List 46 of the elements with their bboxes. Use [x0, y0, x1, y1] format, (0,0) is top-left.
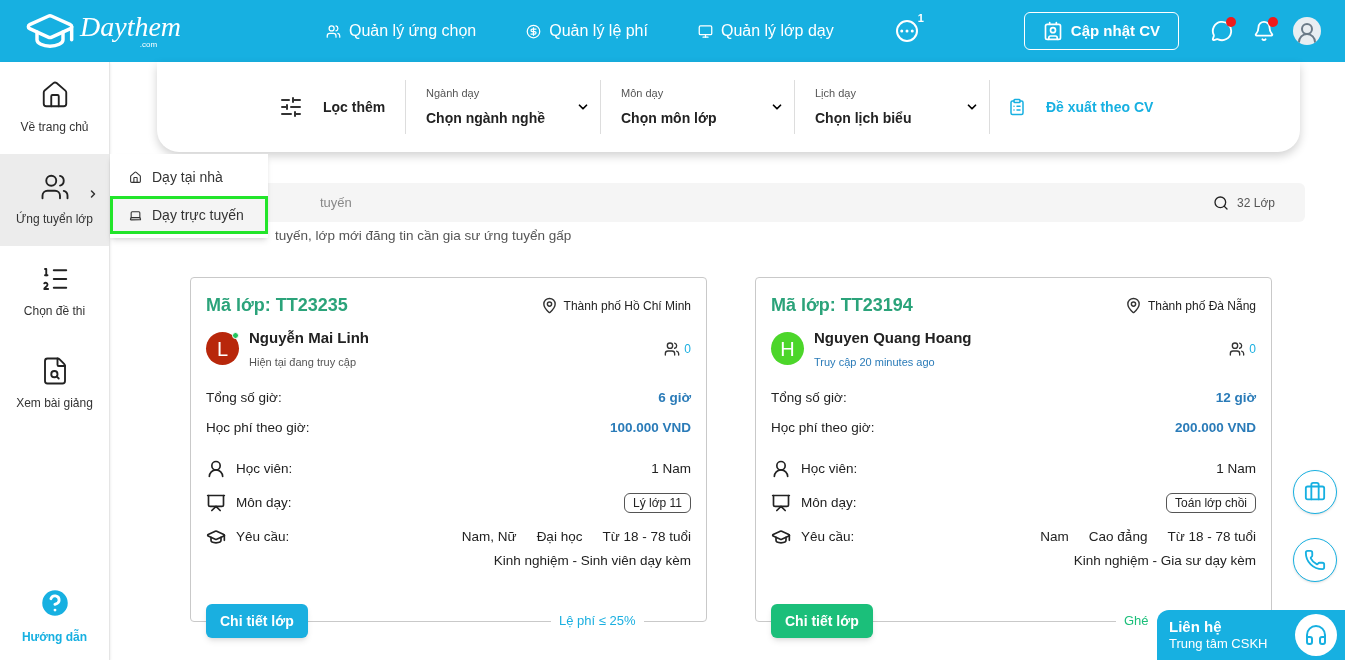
class-code: Mã lớp: TT23194 — [771, 294, 913, 317]
tutor-status: Truy cập 20 minutes ago — [814, 354, 936, 370]
students-value: 1 Nam — [651, 459, 691, 478]
label-text: Môn dạy: — [801, 493, 857, 512]
city-text: Thành phố Hồ Chí Minh — [563, 297, 691, 315]
requirement-text: Đại học — [536, 528, 583, 546]
tutor-name: Nguyen Quang Hoang — [814, 328, 972, 348]
logo-suffix: .com — [139, 41, 158, 49]
city-text: Thành phố Đà Nẵng — [1147, 297, 1256, 315]
label-text: Học phí theo giờ: — [771, 419, 875, 438]
filter-label: Lọc thêm — [323, 97, 387, 117]
subtitle-text: tuyến, lớp mới đăng tin cần gia sư ứng tuyển gấp — [275, 228, 572, 243]
tutor-name: Nguyễn Mai Linh — [249, 328, 369, 348]
experience-text: Kinh nghiệm - Sinh viên dạy kèm — [493, 552, 691, 571]
notification-count: 1 — [917, 11, 924, 26]
tutor-status: Hiện tại đang truy cập — [249, 354, 357, 370]
class-count: 32 Lớp — [1237, 194, 1275, 212]
hours-value: 6 giờ — [658, 389, 691, 407]
requirement-text: Từ 18 - 78 tuổi — [602, 528, 691, 546]
logo-text: Daythem — [80, 13, 182, 41]
requirement-text: Cao đẳng — [1088, 528, 1148, 546]
requirement-text: Nam, Nữ — [461, 528, 517, 546]
label-text: Tổng số giờ: — [771, 389, 847, 407]
label-text: Môn dạy: — [236, 493, 292, 512]
fee-value: 200.000 VND — [1174, 419, 1256, 438]
fee-value: 100.000 VND — [609, 419, 691, 438]
hours-value: 12 giờ — [1215, 389, 1256, 407]
requirement-text: Nam — [1040, 528, 1069, 546]
students-value: 1 Nam — [1216, 459, 1256, 478]
contact-title: Liên hệ — [1169, 617, 1223, 637]
requirement-text: Từ 18 - 78 tuổi — [1167, 528, 1256, 546]
contact-subtitle: Trung tâm CSKH — [1169, 636, 1268, 653]
subject-tag: Lý lớp 11 — [624, 492, 691, 513]
label-text: Yêu cầu: — [801, 528, 855, 546]
avatar: L — [206, 332, 239, 365]
subject-tag: Toán lớp chồi — [1166, 492, 1256, 513]
label-text: Học viên: — [236, 459, 293, 478]
label-text: Học viên: — [801, 459, 858, 478]
experience-text: Kinh nghiệm - Gia sư dạy kèm — [1073, 552, 1256, 571]
label-text: Học phí theo giờ: — [206, 419, 310, 438]
label-text: Yêu cầu: — [236, 528, 290, 546]
label-text: Tổng số giờ: — [206, 389, 282, 407]
avatar: H — [771, 332, 804, 365]
class-code: Mã lớp: TT23235 — [206, 294, 348, 317]
applicant-count: 0 — [1249, 340, 1256, 358]
applicant-count: 0 — [684, 340, 691, 358]
